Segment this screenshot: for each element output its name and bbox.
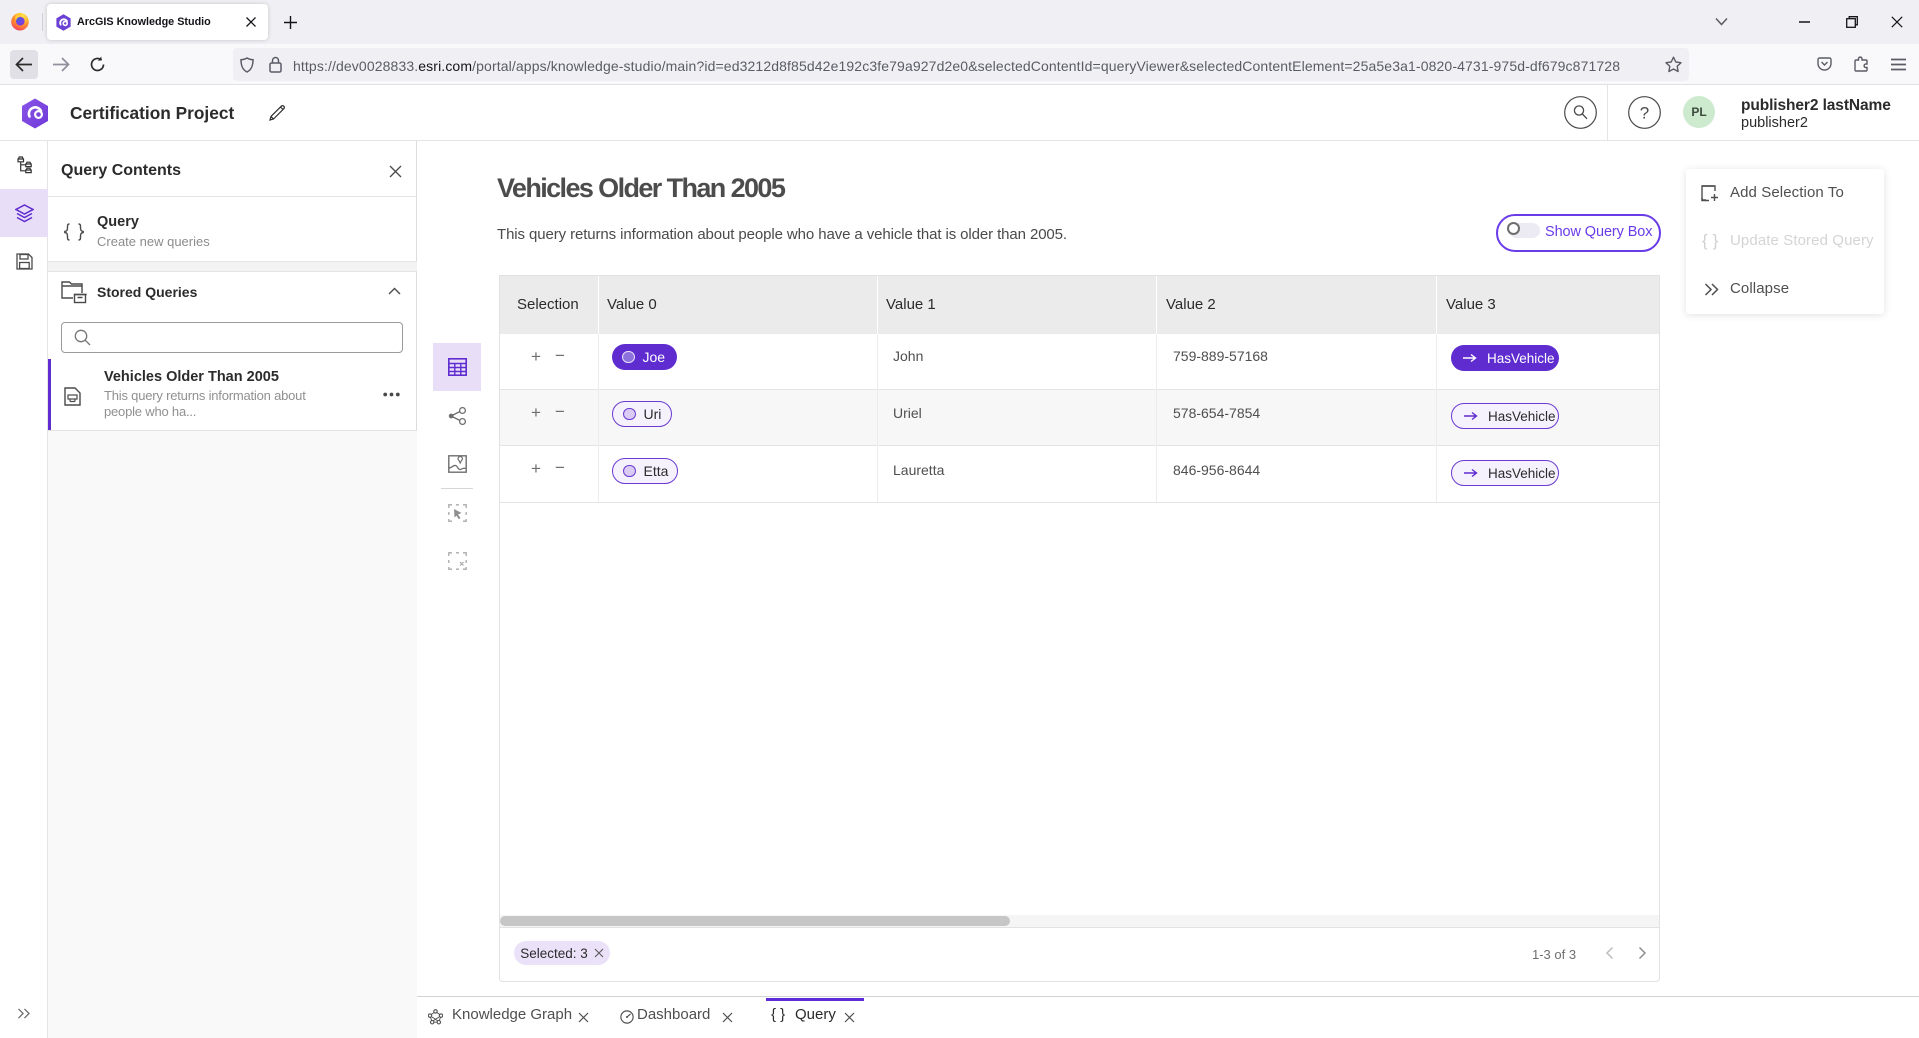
svg-text:?: ? [1640,104,1649,123]
